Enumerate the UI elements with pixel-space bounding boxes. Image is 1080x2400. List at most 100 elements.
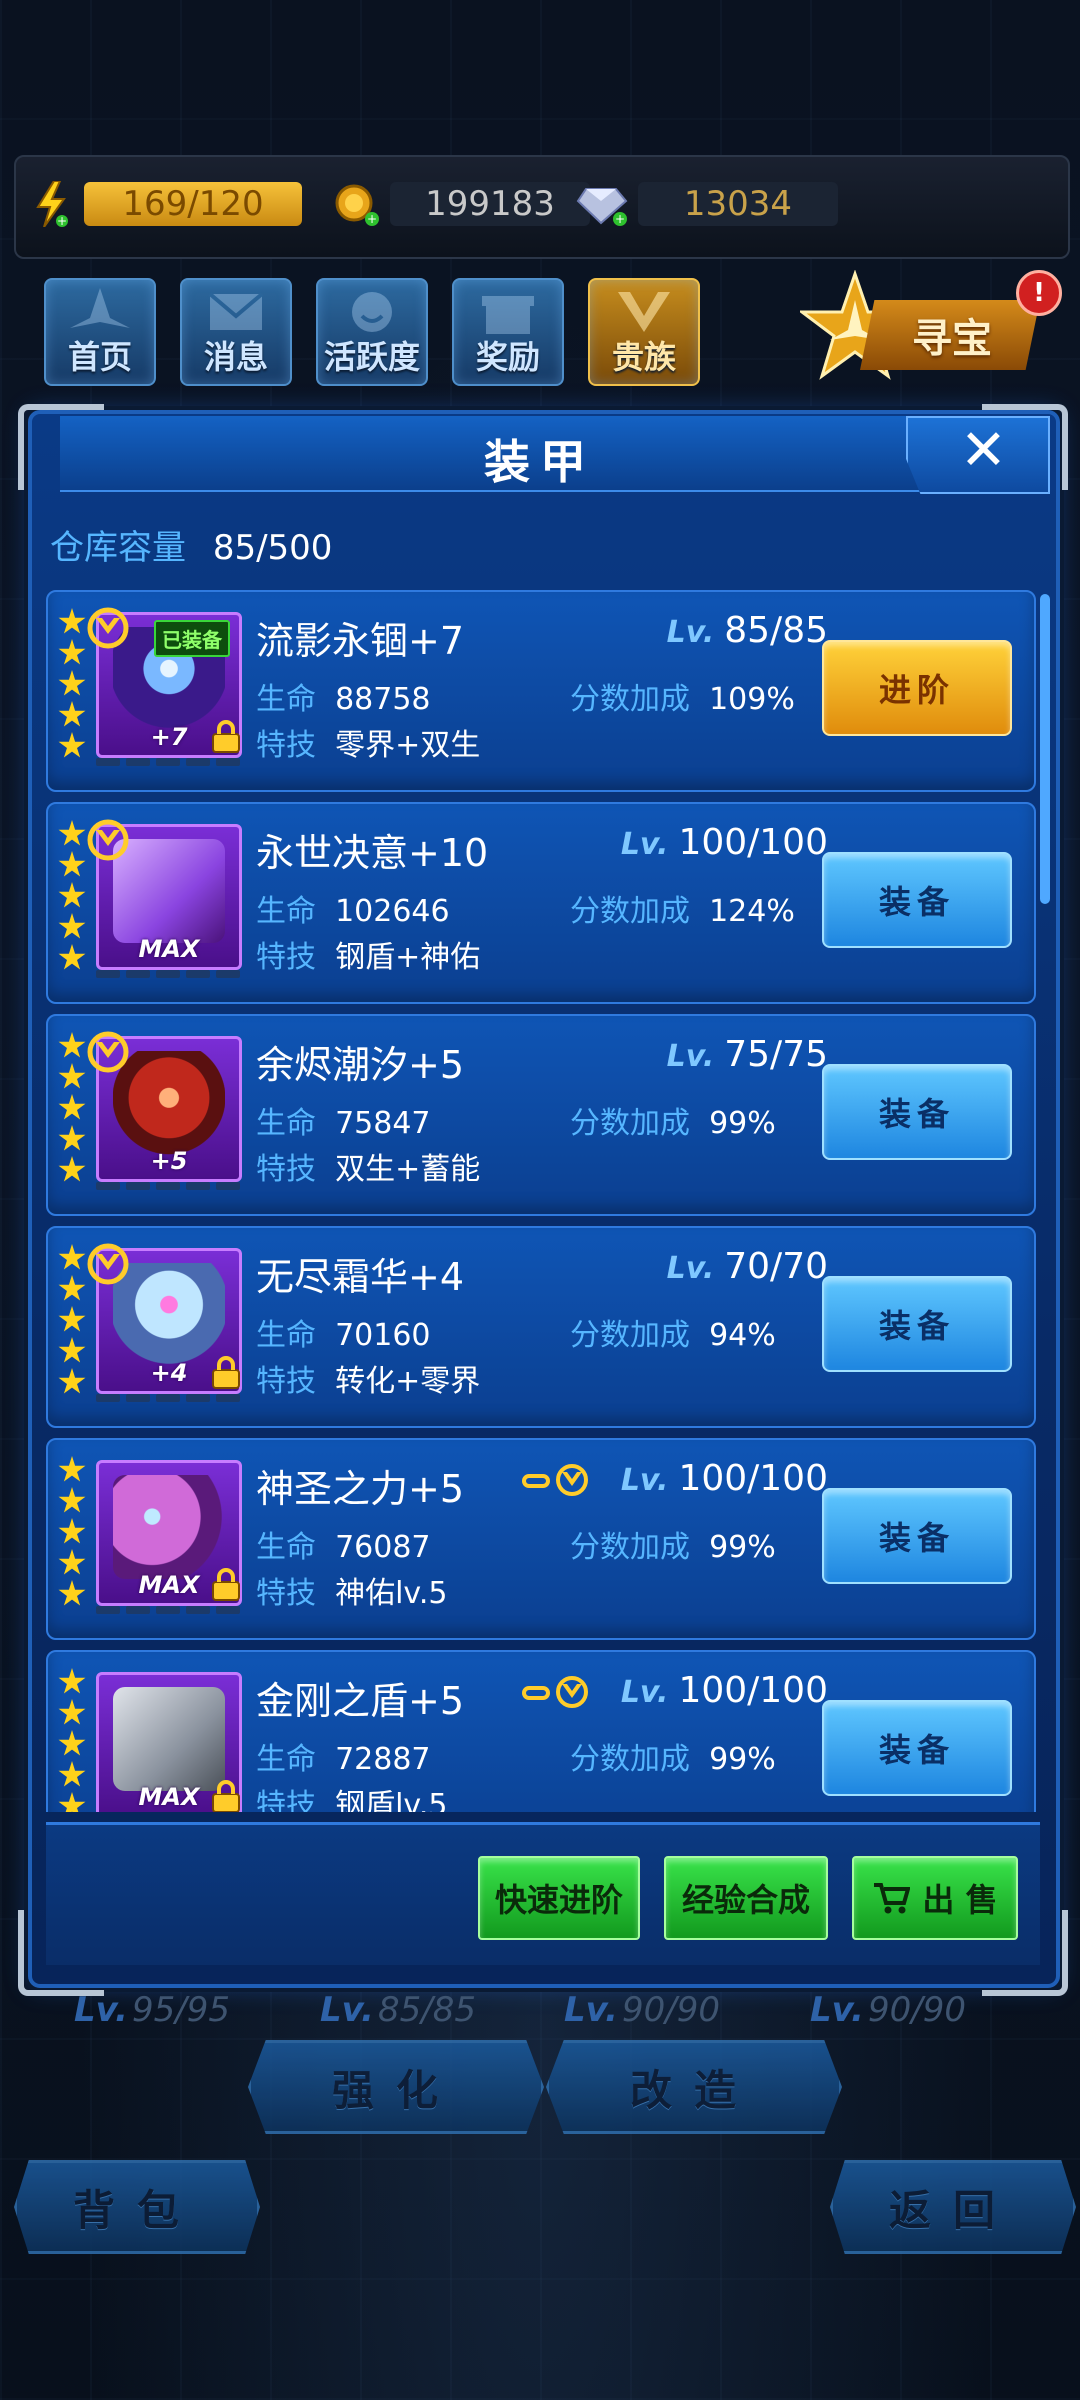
sell-button[interactable]: 出 售 — [852, 1856, 1018, 1940]
star-rating — [58, 1668, 88, 1812]
nav-message-button[interactable]: 消息 — [180, 278, 292, 386]
close-button[interactable]: ✕ — [906, 416, 1050, 494]
nav-home-button[interactable]: 首页 — [44, 278, 156, 386]
star-icon — [58, 1063, 86, 1089]
treasure-label: 寻宝 — [912, 316, 992, 362]
energy-resource[interactable]: + 169/120 — [34, 179, 302, 229]
skill-label: 特技 — [256, 1364, 316, 1399]
bonus-row: 分数加成 99% — [570, 1098, 776, 1142]
equip-button[interactable]: 装备 — [822, 1700, 1012, 1796]
enhance-dots — [96, 758, 240, 768]
hp-row: 生命 72887 — [256, 1734, 431, 1778]
gem-resource[interactable]: + 13034 — [576, 179, 838, 229]
star-icon — [58, 1032, 86, 1058]
lv-prefix: Lv. — [666, 1039, 715, 1074]
rank-crown-icon — [87, 1031, 129, 1073]
hp-value: 75847 — [335, 1106, 431, 1141]
star-icon — [58, 1456, 86, 1482]
star-icon — [58, 1549, 86, 1575]
bonus-row: 分数加成 99% — [570, 1522, 776, 1566]
equip-button[interactable]: 装备 — [822, 1064, 1012, 1160]
strengthen-label: 强化 — [331, 2065, 460, 2115]
svg-text:+: + — [615, 212, 625, 226]
hp-label: 生命 — [256, 1742, 316, 1777]
lock-icon — [212, 1568, 240, 1601]
capacity-value: 85/500 — [212, 528, 333, 568]
hp-value: 76087 — [335, 1530, 431, 1565]
bonus-value: 99% — [709, 1530, 776, 1565]
quick-advance-button[interactable]: 快速进阶 — [478, 1856, 640, 1940]
armor-list[interactable]: +7 已装备 流影永锢+7 Lv. 85/85 生命 88758 分数加成 109% 特技 零… — [46, 590, 1040, 1812]
treasure-button[interactable]: 寻宝 — [800, 270, 1050, 386]
lightning-icon: + — [34, 181, 68, 227]
armor-art — [113, 1687, 225, 1791]
hp-row: 生命 70160 — [256, 1310, 431, 1354]
bg-level-value: 90/90 — [867, 1990, 966, 2030]
armor-level: Lv. 100/100 — [608, 1458, 828, 1499]
level-value: 85/85 — [724, 610, 828, 651]
skill-label: 特技 — [256, 1576, 316, 1611]
nav-noble-button[interactable]: 贵族 — [588, 278, 700, 386]
panel-titlebar: 装甲 — [60, 416, 1020, 492]
capacity-label: 仓库容量 — [50, 528, 186, 568]
enhance-dots — [96, 1394, 240, 1404]
bonus-label: 分数加成 — [570, 682, 690, 717]
skill-row: 特技 神佑lv.5 — [256, 1568, 447, 1612]
armor-name: 永世决意+10 — [256, 831, 489, 875]
star-icon — [58, 701, 86, 727]
hp-label: 生命 — [256, 1106, 316, 1141]
bag-button[interactable]: 背包 — [14, 2160, 260, 2254]
coin-icon: + — [334, 181, 380, 227]
armor-name: 金刚之盾+5 — [256, 1679, 465, 1723]
cart-icon — [874, 1883, 911, 1914]
list-scrollbar[interactable] — [1040, 594, 1050, 904]
star-icon — [58, 1275, 86, 1301]
armor-item[interactable]: MAX 永世决意+10 Lv. 100/100 生命 102646 分数加成 124% 特技… — [46, 802, 1036, 1004]
skill-label: 特技 — [256, 1788, 316, 1812]
star-icon — [58, 639, 86, 665]
equip-button[interactable]: 装备 — [822, 1276, 1012, 1372]
enhance-tag: +5 — [150, 1147, 188, 1175]
armor-item[interactable]: +5 余烬潮汐+5 Lv. 75/75 生命 75847 分数加成 99% 特技 双生+蓄能… — [46, 1014, 1036, 1216]
armor-item[interactable]: MAX 神圣之力+5 Lv. 100/100 生命 76087 分数加成 99% 特技 神佑… — [46, 1438, 1036, 1640]
star-icon — [58, 1668, 86, 1694]
armor-name: 余烬潮汐+5 — [256, 1043, 465, 1087]
star-icon — [58, 670, 86, 696]
star-icon — [58, 1156, 86, 1182]
jet-icon — [70, 288, 130, 328]
armor-item[interactable]: MAX 金刚之盾+5 Lv. 100/100 生命 72887 分数加成 99% 特技 钢盾… — [46, 1650, 1036, 1812]
bonus-label: 分数加成 — [570, 1530, 690, 1565]
armor-name: 神圣之力+5 — [256, 1467, 465, 1511]
level-value: 75/75 — [724, 1034, 828, 1075]
back-button[interactable]: 返回 — [830, 2160, 1076, 2254]
strengthen-button[interactable]: 强化 — [248, 2040, 544, 2134]
star-icon — [58, 1761, 86, 1787]
advance-button[interactable]: 进阶 — [822, 640, 1012, 736]
equip-button[interactable]: 装备 — [822, 852, 1012, 948]
exp-merge-button[interactable]: 经验合成 — [664, 1856, 828, 1940]
hp-value: 102646 — [335, 894, 450, 929]
svg-text:+: + — [57, 214, 67, 227]
bg-lv-prefix: Lv. — [320, 1990, 374, 2030]
rank-crown-icon — [87, 607, 129, 649]
nav-reward-button[interactable]: 奖励 — [452, 278, 564, 386]
skill-row: 特技 转化+零界 — [256, 1356, 480, 1400]
armor-item[interactable]: +7 已装备 流影永锢+7 Lv. 85/85 生命 88758 分数加成 109% 特技 零… — [46, 590, 1036, 792]
hp-label: 生命 — [256, 682, 316, 717]
hp-value: 88758 — [335, 682, 431, 717]
star-icon — [58, 1518, 86, 1544]
armor-name: 流影永锢+7 — [256, 619, 465, 663]
bonus-label: 分数加成 — [570, 1318, 690, 1353]
lv-prefix: Lv. — [620, 1463, 669, 1498]
armor-name: 无尽霜华+4 — [256, 1255, 465, 1299]
hp-value: 70160 — [335, 1318, 431, 1353]
star-icon — [58, 1337, 86, 1363]
level-value: 100/100 — [678, 1670, 828, 1711]
nav-activity-button[interactable]: 活跃度 — [316, 278, 428, 386]
equip-button[interactable]: 装备 — [822, 1488, 1012, 1584]
modify-button[interactable]: 改造 — [546, 2040, 842, 2134]
skill-value: 钢盾lv.5 — [335, 1788, 448, 1812]
armor-item[interactable]: +4 无尽霜华+4 Lv. 70/70 生命 70160 分数加成 94% 特技 转化+零界… — [46, 1226, 1036, 1428]
hp-label: 生命 — [256, 894, 316, 929]
gold-resource[interactable]: + 199183 — [334, 179, 590, 229]
